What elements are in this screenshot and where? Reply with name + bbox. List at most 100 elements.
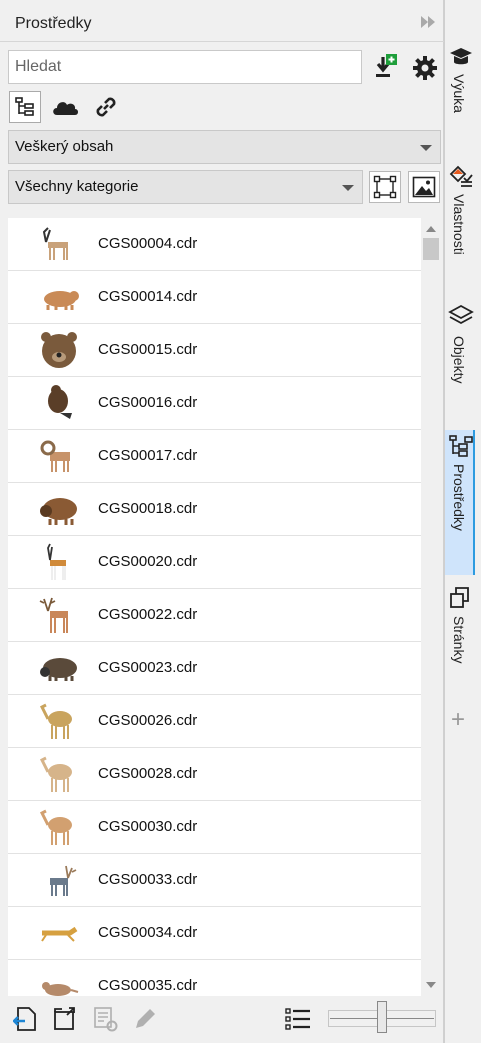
pages-icon <box>450 587 469 608</box>
bear-icon <box>38 277 80 317</box>
file-name: CGS00023.cdr <box>98 659 198 676</box>
reindeer-icon <box>38 860 80 900</box>
link-button[interactable] <box>91 92 121 122</box>
open-folder-button[interactable] <box>51 1004 81 1034</box>
tree-view-button[interactable] <box>9 91 41 123</box>
cloud-icon <box>53 102 78 115</box>
tab-objekty[interactable]: Objekty <box>445 298 475 418</box>
list-item[interactable]: CGS00018.cdr <box>8 483 421 536</box>
list-item[interactable]: CGS00034.cdr <box>8 907 421 960</box>
list-view-icon <box>285 1008 310 1030</box>
folder-export-icon <box>54 1007 75 1030</box>
tab-prostredky[interactable]: Prostředky <box>445 430 475 575</box>
cloud-button[interactable] <box>50 92 80 122</box>
docker-tab-bar: Výuka Vlastnosti Objekty Prostředky Strá… <box>444 0 481 1043</box>
file-name: CGS00022.cdr <box>98 606 198 623</box>
list-item[interactable]: CGS00015.cdr <box>8 324 421 377</box>
tab-vlastnosti[interactable]: Vlastnosti <box>445 160 475 290</box>
file-name: CGS00015.cdr <box>98 341 198 358</box>
docker-titlebar: Prostředky <box>0 0 444 42</box>
list-view-button[interactable] <box>283 1004 313 1034</box>
image-icon <box>412 176 436 198</box>
tab-label-stranky: Stránky <box>451 616 467 664</box>
docker-title: Prostředky <box>15 15 92 32</box>
list-scrollbar[interactable] <box>421 218 441 996</box>
graduation-cap-icon <box>450 48 472 65</box>
scroll-thumb[interactable] <box>423 238 439 260</box>
asset-list[interactable]: CGS00004.cdr CGS00014.cdr CGS00015.cdr CGS0… <box>8 218 441 996</box>
camel-icon <box>38 701 80 741</box>
chevron-down-icon <box>420 145 432 151</box>
bison-icon <box>38 489 80 529</box>
cheetah-icon <box>38 913 80 953</box>
tab-vyuka[interactable]: Výuka <box>445 40 475 160</box>
camel-icon <box>38 807 80 847</box>
slider-knob[interactable] <box>377 1001 387 1033</box>
category-value: Všechny kategorie <box>15 178 139 195</box>
add-tab-icon[interactable]: + <box>451 706 465 734</box>
file-name: CGS00014.cdr <box>98 288 198 305</box>
tab-stranky[interactable]: Stránky <box>445 580 475 690</box>
file-name: CGS00033.cdr <box>98 871 198 888</box>
gear-icon <box>413 56 437 80</box>
list-item[interactable]: CGS00033.cdr <box>8 854 421 907</box>
list-item[interactable]: CGS00035.cdr <box>8 960 421 996</box>
list-item[interactable]: CGS00023.cdr <box>8 642 421 695</box>
camel-icon <box>38 754 80 794</box>
file-name: CGS00028.cdr <box>98 765 198 782</box>
asset-rows: CGS00004.cdr CGS00014.cdr CGS00015.cdr CGS0… <box>8 218 441 996</box>
file-name: CGS00017.cdr <box>98 447 198 464</box>
file-name: CGS00018.cdr <box>98 500 198 517</box>
properties-icon <box>449 165 473 187</box>
category-dropdown[interactable]: Všechny kategorie <box>8 170 363 204</box>
list-item[interactable]: CGS00016.cdr <box>8 377 421 430</box>
list-item[interactable]: CGS00020.cdr <box>8 536 421 589</box>
list-item[interactable]: CGS00028.cdr <box>8 748 421 801</box>
scroll-up-icon[interactable] <box>426 226 436 232</box>
vector-filter-button[interactable] <box>369 171 401 203</box>
settings-button[interactable] <box>410 52 440 82</box>
deer-icon <box>38 595 80 635</box>
list-item[interactable]: CGS00004.cdr <box>8 218 421 271</box>
tab-label-vyuka: Výuka <box>451 74 467 113</box>
pronghorn-icon <box>38 224 80 264</box>
bear-head-icon <box>38 330 80 370</box>
buffalo-icon <box>38 648 80 688</box>
list-item[interactable]: CGS00022.cdr <box>8 589 421 642</box>
content-scope-value: Veškerý obsah <box>15 138 114 155</box>
download-add-button[interactable] <box>371 52 399 80</box>
list-item[interactable]: CGS00017.cdr <box>8 430 421 483</box>
tab-label-prostredky: Prostředky <box>451 464 467 531</box>
file-name: CGS00026.cdr <box>98 712 198 729</box>
tree-icon <box>15 97 34 116</box>
file-name: CGS00035.cdr <box>98 977 198 994</box>
list-item[interactable]: CGS00030.cdr <box>8 801 421 854</box>
layers-icon <box>448 304 474 325</box>
beaver-icon <box>38 383 80 423</box>
collapse-icon[interactable] <box>418 12 438 32</box>
import-button[interactable] <box>12 1004 42 1034</box>
list-item[interactable]: CGS00026.cdr <box>8 695 421 748</box>
asset-properties-button[interactable] <box>91 1004 121 1034</box>
download-add-icon <box>376 54 397 77</box>
link-icon <box>96 97 116 117</box>
tab-label-vlastnosti: Vlastnosti <box>451 194 467 255</box>
edit-button[interactable] <box>130 1004 160 1034</box>
content-scope-dropdown[interactable]: Veškerý obsah <box>8 130 441 164</box>
vector-shape-icon <box>373 175 397 199</box>
file-name: CGS00030.cdr <box>98 818 198 835</box>
assets-icon <box>449 435 473 457</box>
file-name: CGS00034.cdr <box>98 924 198 941</box>
scroll-down-icon[interactable] <box>426 982 436 988</box>
tab-label-objekty: Objekty <box>451 336 467 384</box>
rodent-icon <box>38 966 80 996</box>
search-input[interactable] <box>8 50 362 84</box>
import-icon <box>13 1007 36 1031</box>
pencil-icon <box>136 1009 155 1028</box>
file-name: CGS00020.cdr <box>98 553 198 570</box>
bighorn-sheep-icon <box>38 436 80 476</box>
list-item[interactable]: CGS00014.cdr <box>8 271 421 324</box>
gazelle-icon <box>38 542 80 582</box>
image-filter-button[interactable] <box>408 171 440 203</box>
assets-docker: Prostředky Hledat Veškerý obsah Všechny … <box>0 0 467 1043</box>
